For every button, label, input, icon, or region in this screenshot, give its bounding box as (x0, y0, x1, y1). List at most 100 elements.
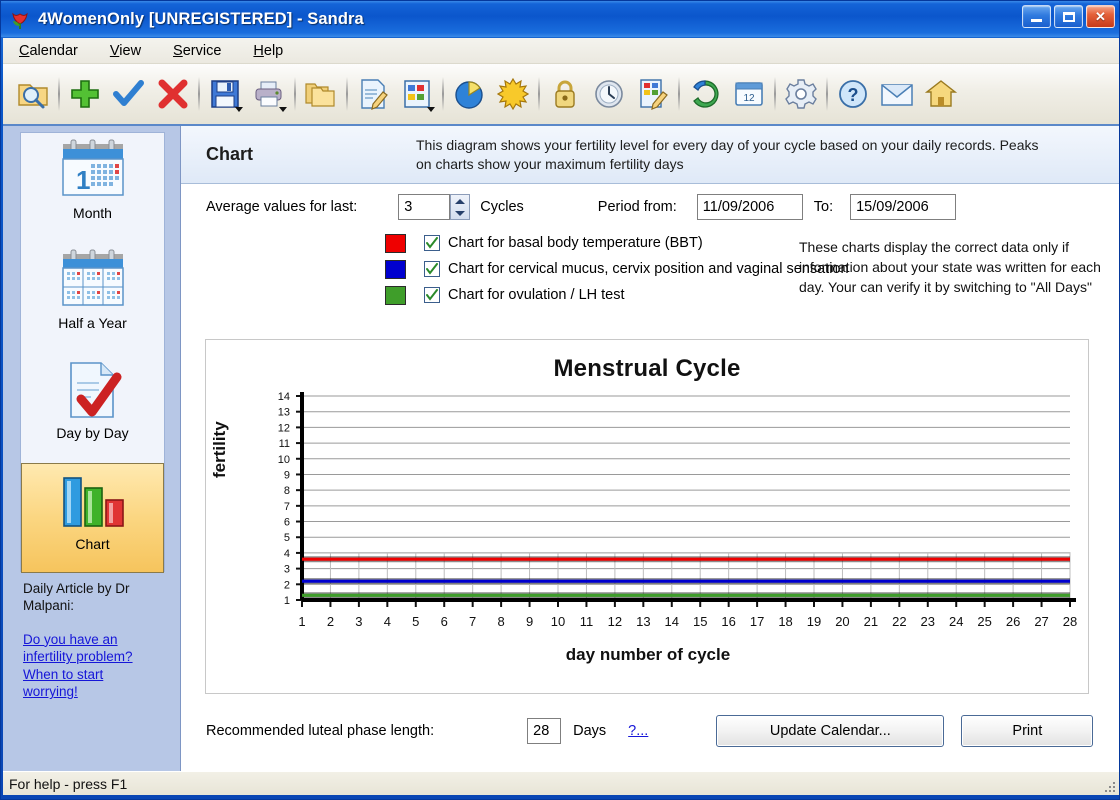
settings-gear-icon[interactable] (779, 71, 823, 117)
average-cycles-stepper[interactable] (450, 194, 471, 220)
svg-text:13: 13 (636, 614, 650, 629)
page-header: Chart This diagram shows your fertility … (181, 126, 1119, 184)
average-values-label: Average values for last: (206, 199, 358, 215)
sidebar-item-day-by-day[interactable]: Day by Day (22, 353, 163, 463)
content-area: 1 Month Half a Year Day by Day Chart Dai… (3, 126, 1119, 771)
sidebar: 1 Month Half a Year Day by Day Chart Dai… (3, 126, 181, 771)
toolbar: 12 ? (3, 64, 1119, 126)
pie-chart-icon[interactable] (447, 71, 491, 117)
home-icon[interactable] (919, 71, 963, 117)
find-folder-icon[interactable] (11, 71, 55, 117)
svg-text:2: 2 (327, 614, 334, 629)
minimize-button[interactable] (1022, 5, 1051, 28)
dropdown-arrow-icon[interactable] (235, 107, 243, 112)
page-title: Chart (206, 144, 254, 164)
stepper-down-icon[interactable] (455, 210, 466, 216)
daily-article-links: Do you have an infertility problem? When… (23, 631, 175, 701)
svg-text:3: 3 (284, 564, 290, 576)
svg-text:19: 19 (807, 614, 821, 629)
application-window: 4WomenOnly [UNREGISTERED] - Sandra ✕ Cal… (0, 0, 1120, 800)
toolbar-separator (774, 77, 776, 111)
toolbar-separator (198, 77, 200, 111)
period-from-input[interactable]: 11/09/2006 (696, 194, 803, 220)
svg-text:7: 7 (469, 614, 476, 629)
luteal-help-link[interactable]: ?... (628, 723, 648, 739)
toolbar-separator (442, 77, 444, 111)
toolbar-separator (678, 77, 680, 111)
sun-icon[interactable] (491, 71, 535, 117)
close-button[interactable]: ✕ (1086, 5, 1115, 28)
notes-edit-icon[interactable] (631, 71, 675, 117)
folders-icon[interactable] (299, 71, 343, 117)
article-link-line-4[interactable]: worrying! (23, 683, 175, 701)
print-button[interactable]: Print (961, 715, 1094, 747)
status-bar: For help - press F1 (3, 771, 1119, 795)
checkbox-ovulation[interactable] (424, 287, 440, 303)
edit-document-icon[interactable] (351, 71, 395, 117)
checkbox-bbt[interactable] (424, 235, 440, 251)
color-table-icon[interactable] (395, 71, 439, 117)
checkbox-cervical[interactable] (424, 261, 440, 277)
print-icon[interactable] (247, 71, 291, 117)
sidebar-item-half-a-year[interactable]: Half a Year (22, 243, 163, 353)
luteal-phase-input[interactable]: 28 (527, 718, 562, 744)
svg-text:11: 11 (279, 438, 290, 450)
legend-label-bbt: Chart for basal body temperature (BBT) (448, 235, 703, 251)
svg-text:16: 16 (721, 614, 735, 629)
bottom-controls: Recommended luteal phase length: 28 Days… (181, 706, 1119, 756)
update-calendar-button[interactable]: Update Calendar... (716, 715, 945, 747)
calendar-day-icon[interactable]: 12 (727, 71, 771, 117)
svg-text:?: ? (848, 85, 859, 105)
maximize-button[interactable] (1054, 5, 1083, 28)
resize-grip[interactable] (1101, 778, 1115, 792)
daily-article-heading: Daily Article by Dr Malpani: (23, 581, 130, 613)
period-to-input[interactable]: 15/09/2006 (850, 194, 957, 220)
delete-cross-icon[interactable] (151, 71, 195, 117)
svg-text:28: 28 (1063, 614, 1077, 629)
chart-accuracy-note: These charts display the correct data on… (799, 239, 1101, 295)
svg-text:18: 18 (778, 614, 792, 629)
color-swatch-bbt (385, 233, 406, 253)
save-floppy-icon[interactable] (203, 71, 247, 117)
svg-text:15: 15 (693, 614, 707, 629)
status-text: For help - press F1 (9, 775, 128, 792)
toolbar-separator (346, 77, 348, 111)
svg-text:3: 3 (355, 614, 362, 629)
sidebar-item-label: Day by Day (56, 425, 129, 441)
svg-text:4: 4 (384, 614, 391, 629)
stepper-up-icon[interactable] (455, 198, 466, 204)
confirm-check-icon[interactable] (107, 71, 151, 117)
dropdown-arrow-icon[interactable] (279, 107, 287, 112)
lock-icon[interactable] (543, 71, 587, 117)
article-link-line-1[interactable]: Do you have an (23, 631, 175, 649)
menu-item-calendar[interactable]: Calendar (15, 40, 92, 62)
check-icon (426, 289, 438, 301)
svg-text:10: 10 (278, 454, 290, 466)
sidebar-item-month[interactable]: 1 Month (22, 133, 163, 243)
mail-icon[interactable] (875, 71, 919, 117)
toolbar-separator (826, 77, 828, 111)
svg-text:8: 8 (497, 614, 504, 629)
page-description: This diagram shows your fertility level … (416, 136, 1039, 172)
help-question-icon[interactable]: ? (831, 71, 875, 117)
toolbar-separator (58, 77, 60, 111)
svg-text:4: 4 (284, 548, 290, 560)
menu-item-service[interactable]: Service (169, 40, 235, 62)
menu-item-view[interactable]: View (106, 40, 155, 62)
clock-icon[interactable] (587, 71, 631, 117)
svg-text:6: 6 (284, 517, 290, 529)
average-cycles-input[interactable]: 3 (398, 194, 451, 220)
svg-text:5: 5 (412, 614, 419, 629)
sidebar-item-chart[interactable]: Chart (21, 463, 164, 573)
tulip-icon (9, 8, 31, 30)
daily-article: Daily Article by Dr Malpani: Do you have… (23, 581, 175, 701)
toolbar-separator (294, 77, 296, 111)
article-link-line-2[interactable]: infertility problem? (23, 648, 175, 666)
to-label: To: (813, 199, 834, 215)
dropdown-arrow-icon[interactable] (427, 107, 435, 112)
add-plus-icon[interactable] (63, 71, 107, 117)
legend-row-ovulation: Chart for ovulation / LH test (385, 282, 801, 308)
refresh-globe-icon[interactable] (683, 71, 727, 117)
menu-item-help[interactable]: Help (249, 40, 297, 62)
article-link-line-3[interactable]: When to start (23, 666, 175, 684)
